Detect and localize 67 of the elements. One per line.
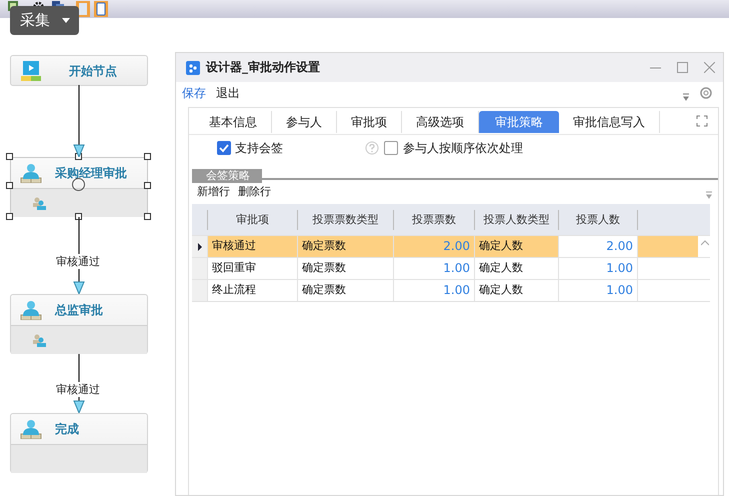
monitor-icon [21,61,41,81]
table-cell: 1.00 [558,258,637,279]
row-pointer-icon [198,242,202,250]
table-cell: 2.00 [393,236,474,257]
node-label: 采购经理审批 [55,164,127,182]
add-row-button[interactable]: 新增行 [197,184,230,198]
tab[interactable]: 审批项 [337,111,402,133]
node-label: 总监审批 [55,302,103,318]
table-cell: 1.00 [393,280,474,301]
connector-label: 审核通过 [56,382,100,396]
connector-arrow [73,85,85,157]
tab[interactable]: 基本信息 [195,111,272,133]
table-cell: 确定票数 [297,236,393,257]
windows-icon[interactable] [52,1,64,6]
window-title: 设计器_审批动作设置 [206,59,320,76]
table-cell: 1.00 [393,258,474,279]
people-icon [33,334,46,346]
column-header[interactable]: 投票票数类型 [297,210,393,230]
selection-handle[interactable] [144,182,151,189]
checkbox[interactable] [384,141,398,155]
node-label: 完成 [55,420,79,438]
table-cell: 确定人数 [474,236,558,257]
people-icon [33,196,46,210]
person-icon [19,300,43,320]
column-header[interactable]: 投票人数类型 [474,210,558,230]
tab[interactable]: 审批信息写入 [559,111,660,133]
save-link[interactable]: 保存 [182,84,206,102]
selection-handle[interactable] [6,213,13,220]
dropdown-button[interactable]: 采集 [10,6,79,35]
start-node[interactable]: 开始节点 [10,55,148,86]
table-cell: 审核通过 [207,236,297,257]
node-label: 开始节点 [69,62,117,80]
person-icon [19,419,43,439]
expand-icon[interactable] [696,115,708,127]
table-cell: 终止流程 [207,280,297,301]
checkbox-label: 支持会签 [235,140,283,156]
exit-button[interactable]: 退出 [216,84,240,102]
tab[interactable]: 审批策略 [479,111,559,133]
connection-point[interactable] [72,178,85,191]
collapse-icon[interactable] [683,93,689,101]
selection-handle[interactable] [6,153,13,160]
note-icon[interactable] [94,1,108,17]
approval-node[interactable]: 完成 [10,413,148,473]
approval-node[interactable]: 总监审批 [10,294,148,354]
table-cell: 确定人数 [474,280,558,301]
selection-handle[interactable] [144,213,151,220]
person-icon [19,163,43,183]
table-cell: 确定人数 [474,258,558,279]
column-header[interactable]: 审批项 [207,210,297,230]
settings-icon[interactable] [699,86,713,100]
checkbox[interactable] [217,141,231,155]
delete-row-button[interactable]: 删除行 [238,184,271,198]
selection-handle[interactable] [6,182,13,189]
checkmark-icon [218,142,230,154]
table-cell: 驳回重审 [207,258,297,279]
selection-handle[interactable] [144,153,151,160]
checkbox-label: 参与人按顺序依次处理 [403,140,523,156]
column-header[interactable]: 投票人数 [558,210,637,230]
selection-handle[interactable] [75,213,82,220]
app-icon [186,60,200,74]
table-cell: 确定票数 [297,280,393,301]
table-cell: 1.00 [558,280,637,301]
table-cell: 确定票数 [297,258,393,279]
connector-label: 审核通过 [56,254,100,268]
tab[interactable]: 参与人 [272,111,337,133]
row-header[interactable] [192,236,207,257]
column-header[interactable]: 投票票数 [393,210,474,230]
